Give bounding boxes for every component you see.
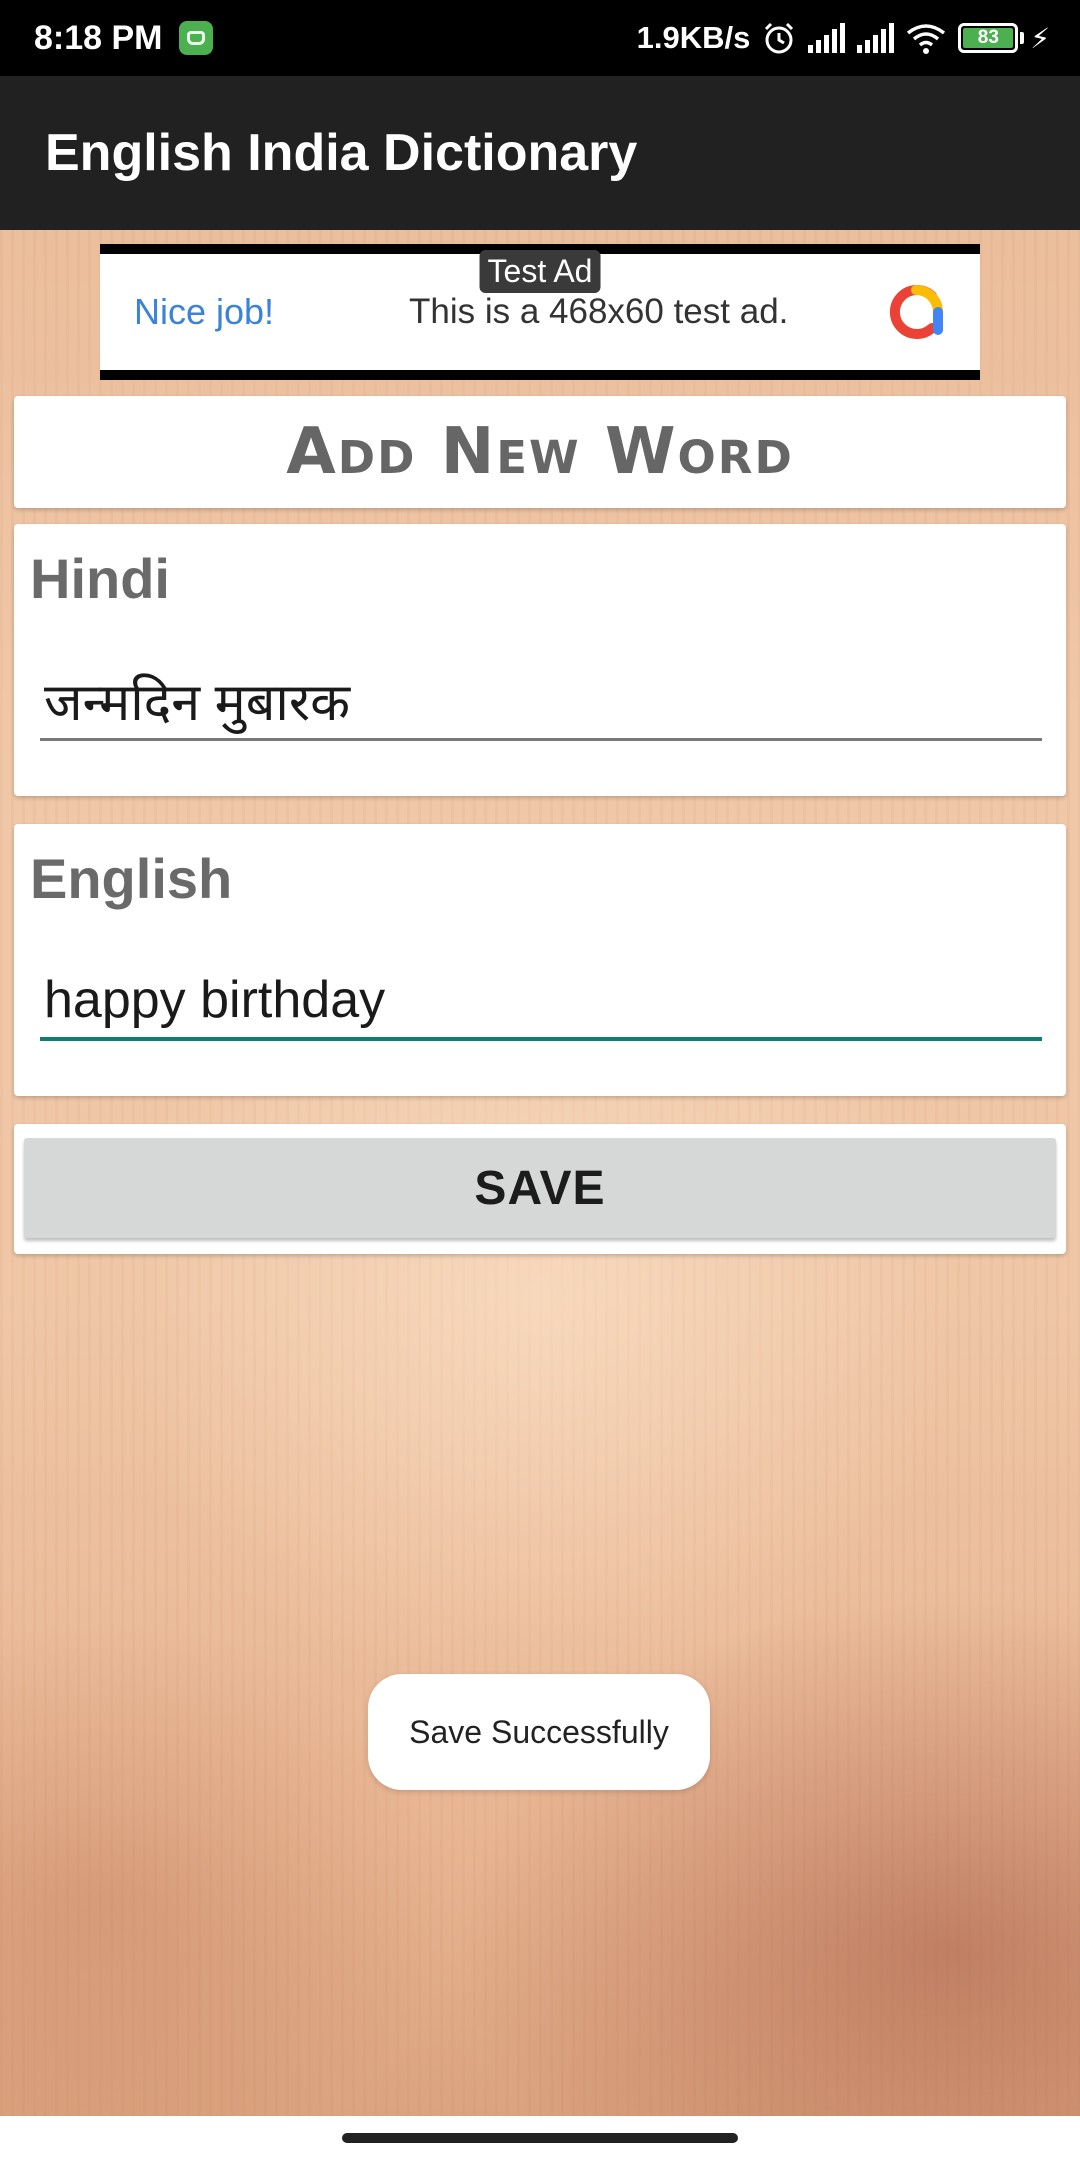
hindi-label: Hindi bbox=[30, 547, 170, 610]
ad-banner[interactable]: Test Ad Nice job! This is a 468x60 test … bbox=[100, 244, 980, 380]
ad-headline[interactable]: Nice job! bbox=[134, 291, 409, 333]
wifi-icon bbox=[906, 21, 946, 55]
battery-icon: 83 ⚡ bbox=[958, 22, 1050, 55]
status-bar: 8:18 PM 1.9KB/s 83 ⚡ bbox=[0, 0, 1080, 76]
status-right: 1.9KB/s 83 ⚡ bbox=[637, 20, 1050, 56]
network-speed: 1.9KB/s bbox=[636, 20, 751, 55]
adchoices-logo-icon[interactable] bbox=[886, 282, 946, 342]
status-time: 8:18 PM bbox=[34, 18, 163, 57]
english-input[interactable] bbox=[40, 963, 1042, 1041]
ad-text[interactable]: This is a 468x60 test ad. bbox=[409, 292, 886, 332]
test-ad-badge: Test Ad bbox=[479, 250, 601, 293]
hindi-card: Hindi bbox=[14, 524, 1066, 796]
signal-icon bbox=[808, 23, 846, 53]
alarm-icon bbox=[762, 21, 796, 55]
nav-bar bbox=[0, 2116, 1080, 2160]
signal-icon bbox=[857, 23, 895, 53]
save-button[interactable]: SAVE bbox=[24, 1138, 1056, 1238]
title-card: Add New Word bbox=[14, 396, 1066, 508]
charging-icon: ⚡ bbox=[1030, 22, 1050, 54]
status-left: 8:18 PM bbox=[34, 19, 213, 58]
english-label: English bbox=[30, 847, 233, 910]
page-title: Add New Word bbox=[286, 415, 794, 489]
app-bar: English India Dictionary bbox=[0, 76, 1080, 230]
hindi-input[interactable] bbox=[40, 663, 1042, 741]
app-title: English India Dictionary bbox=[45, 124, 638, 182]
toast-message: Save Successfully bbox=[368, 1674, 710, 1790]
app-notification-icon bbox=[178, 21, 213, 55]
battery-level: 83 bbox=[963, 27, 1014, 48]
home-indicator[interactable] bbox=[342, 2133, 738, 2143]
save-card: SAVE bbox=[14, 1124, 1066, 1254]
english-card: English bbox=[14, 824, 1066, 1096]
